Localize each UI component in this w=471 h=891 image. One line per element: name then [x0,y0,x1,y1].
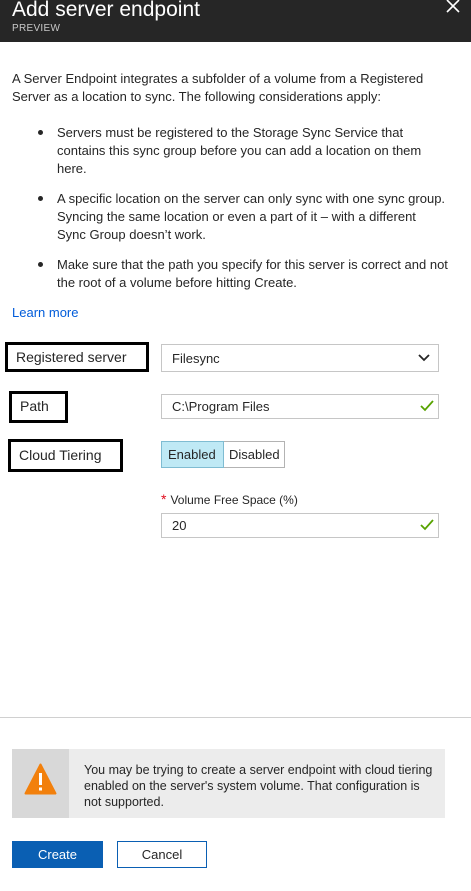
warning-icon-box [12,749,69,818]
close-icon[interactable] [441,0,465,20]
warning-triangle-icon [24,763,57,795]
warning-banner: You may be trying to create a server end… [12,749,445,818]
learn-more-link[interactable]: Learn more [12,305,78,320]
considerations-list: Servers must be registered to the Storag… [38,124,448,304]
cloud-tiering-enabled-option[interactable]: Enabled [161,441,224,468]
volume-free-space-label: * Volume Free Space (%) [161,491,298,507]
blade-header: Add server endpoint PREVIEW [0,0,471,42]
path-label: Path [9,391,68,423]
checkmark-icon [420,400,434,412]
registered-server-value: Filesync [172,351,220,366]
intro-text: A Server Endpoint integrates a subfolder… [12,71,424,104]
path-input[interactable]: C:\Program Files [161,394,439,419]
volume-free-space-label-text: Volume Free Space (%) [170,493,298,507]
preview-label: PREVIEW [12,23,61,34]
consideration-item: A specific location on the server can on… [38,190,448,244]
chevron-down-icon [418,354,430,362]
registered-server-dropdown[interactable]: Filesync [161,344,439,372]
consideration-item: Servers must be registered to the Storag… [38,124,448,178]
volume-free-space-input[interactable]: 20 [161,513,439,538]
blade-title: Add server endpoint [12,0,200,21]
volume-free-space-value: 20 [172,518,187,533]
path-value: C:\Program Files [172,399,270,414]
create-button[interactable]: Create [12,841,103,868]
cancel-button[interactable]: Cancel [117,841,207,868]
registered-server-label: Registered server [5,342,149,372]
consideration-item: Make sure that the path you specify for … [38,256,448,292]
cloud-tiering-label: Cloud Tiering [8,439,123,472]
footer-divider [0,717,471,718]
warning-message: You may be trying to create a server end… [84,763,433,809]
required-marker: * [161,491,167,507]
cloud-tiering-disabled-option[interactable]: Disabled [224,441,285,468]
cloud-tiering-toggle: Enabled Disabled [161,441,285,468]
checkmark-icon [420,519,434,531]
